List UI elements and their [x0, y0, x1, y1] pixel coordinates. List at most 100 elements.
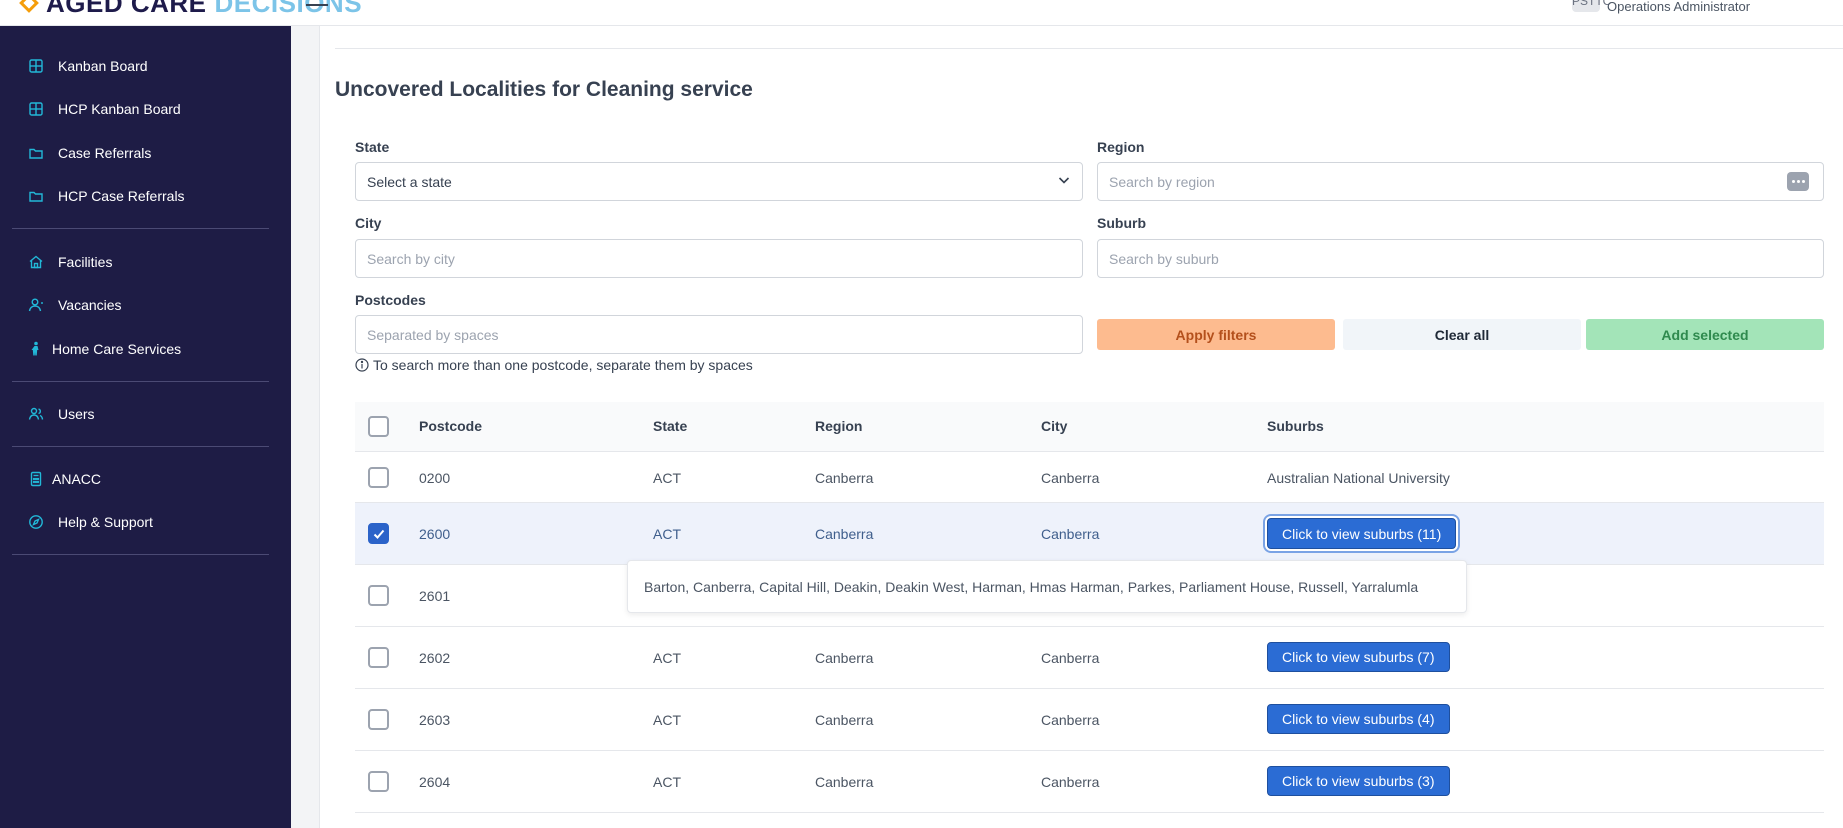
- table-row[interactable]: 0200 ACT Canberra Canberra Australian Na…: [355, 452, 1824, 503]
- column-header-state[interactable]: State: [653, 418, 687, 434]
- sidebar-item-case-referrals[interactable]: Case Referrals: [0, 135, 291, 171]
- user-icon: [28, 297, 44, 313]
- sidebar-divider: [12, 446, 269, 447]
- table-row[interactable]: 2602 ACT Canberra Canberra Click to view…: [355, 627, 1824, 689]
- select-all-checkbox[interactable]: [368, 416, 389, 437]
- suburb-label: Suburb: [1097, 215, 1146, 231]
- hint-text: To search more than one postcode, separa…: [373, 357, 753, 373]
- cell-postcode: 2604: [419, 774, 451, 790]
- sidebar-item-label: Home Care Services: [52, 341, 182, 357]
- sidebar-item-label: Facilities: [58, 254, 113, 270]
- view-suburbs-button[interactable]: Click to view suburbs (7): [1267, 642, 1450, 672]
- view-suburbs-button[interactable]: Click to view suburbs (3): [1267, 766, 1450, 796]
- state-label: State: [355, 139, 390, 155]
- cell-region: Canberra: [815, 470, 874, 486]
- view-suburbs-button[interactable]: Click to view suburbs (4): [1267, 704, 1450, 734]
- sidebar-divider: [12, 228, 269, 229]
- grid-icon: [28, 58, 44, 74]
- cell-region: Canberra: [815, 774, 874, 790]
- state-select-value: Select a state: [367, 173, 452, 190]
- sidebar-item-label: Vacancies: [58, 297, 122, 313]
- cell-suburbs: Australian National University: [1267, 470, 1450, 486]
- cell-state: ACT: [653, 470, 681, 486]
- logo-mark-icon: [19, 0, 39, 13]
- logo-text-secondary: DECISIONS: [214, 0, 363, 18]
- checkmark-icon: [373, 529, 385, 539]
- folder-icon: [28, 188, 44, 204]
- sidebar-divider: [12, 554, 269, 555]
- sidebar-item-home-care-services[interactable]: Home Care Services: [0, 331, 291, 367]
- cell-city: Canberra: [1041, 650, 1100, 666]
- add-selected-button[interactable]: Add selected: [1586, 319, 1824, 350]
- postcodes-label: Postcodes: [355, 292, 426, 308]
- info-icon: [355, 358, 369, 372]
- table-row[interactable]: 2604 ACT Canberra Canberra Click to view…: [355, 751, 1824, 813]
- cell-city: Canberra: [1041, 470, 1100, 486]
- cell-postcode: 2603: [419, 712, 451, 728]
- cell-city: Canberra: [1041, 526, 1100, 542]
- sidebar-item-users[interactable]: Users: [0, 396, 291, 432]
- city-search-input[interactable]: [355, 239, 1083, 278]
- cell-state: ACT: [653, 526, 681, 542]
- column-header-suburbs[interactable]: Suburbs: [1267, 418, 1324, 434]
- cell-postcode: 2602: [419, 650, 451, 666]
- page-title: Uncovered Localities for Cleaning servic…: [335, 78, 753, 101]
- users-icon: [28, 406, 44, 422]
- compass-icon: [28, 514, 44, 530]
- city-label: City: [355, 215, 382, 231]
- sidebar-divider: [12, 381, 269, 382]
- clear-all-button[interactable]: Clear all: [1343, 319, 1581, 350]
- sidebar-item-hcp-kanban-board[interactable]: HCP Kanban Board: [0, 91, 291, 127]
- sidebar-item-label: Case Referrals: [58, 145, 152, 161]
- calculator-icon: [28, 471, 44, 487]
- row-checkbox[interactable]: [368, 647, 389, 668]
- state-select[interactable]: Select a state: [355, 162, 1083, 201]
- sidebar-item-label: Help & Support: [58, 514, 153, 530]
- region-label: Region: [1097, 139, 1145, 155]
- hamburger-menu-icon[interactable]: [306, 0, 328, 10]
- view-suburbs-button[interactable]: Click to view suburbs (11): [1267, 518, 1457, 549]
- more-options-icon[interactable]: [1787, 172, 1809, 191]
- table-row[interactable]: 2600 ACT Canberra Canberra Click to view…: [355, 503, 1824, 565]
- cell-state: ACT: [653, 774, 681, 790]
- suburbs-popover-text: Barton, Canberra, Capital Hill, Deakin, …: [644, 578, 1419, 595]
- postcodes-hint: To search more than one postcode, separa…: [355, 357, 753, 373]
- sidebar-item-anacc[interactable]: ANACC: [0, 461, 291, 497]
- person-walking-icon: [28, 341, 44, 357]
- cell-city: Canberra: [1041, 774, 1100, 790]
- suburb-search-input[interactable]: [1097, 239, 1824, 278]
- sidebar-item-label: Users: [58, 406, 95, 422]
- sidebar-item-label: HCP Case Referrals: [58, 188, 185, 204]
- sidebar-item-label: HCP Kanban Board: [58, 101, 181, 117]
- sidebar-item-help-support[interactable]: Help & Support: [0, 504, 291, 540]
- cell-state: ACT: [653, 650, 681, 666]
- apply-filters-button[interactable]: Apply filters: [1097, 319, 1335, 350]
- user-role: Operations Administrator: [1607, 0, 1751, 14]
- avatar[interactable]: PSTTC: [1572, 0, 1611, 12]
- sidebar-item-kanban-board[interactable]: Kanban Board: [0, 48, 291, 84]
- row-checkbox[interactable]: [368, 771, 389, 792]
- chevron-down-icon: [1057, 173, 1071, 190]
- row-checkbox[interactable]: [368, 709, 389, 730]
- suburbs-popover: Barton, Canberra, Capital Hill, Deakin, …: [627, 560, 1467, 613]
- region-search-input[interactable]: [1097, 162, 1824, 201]
- row-checkbox[interactable]: [368, 523, 389, 544]
- content-divider: [335, 48, 1843, 49]
- cell-region: Canberra: [815, 650, 874, 666]
- column-header-city[interactable]: City: [1041, 418, 1067, 434]
- column-header-postcode[interactable]: Postcode: [419, 418, 482, 434]
- cell-region: Canberra: [815, 712, 874, 728]
- cell-state: ACT: [653, 712, 681, 728]
- row-checkbox[interactable]: [368, 585, 389, 606]
- sidebar-item-facilities[interactable]: Facilities: [0, 244, 291, 280]
- sidebar-item-hcp-case-referrals[interactable]: HCP Case Referrals: [0, 178, 291, 214]
- cell-postcode: 0200: [419, 470, 451, 486]
- folder-icon: [28, 145, 44, 161]
- column-header-region[interactable]: Region: [815, 418, 862, 434]
- postcodes-input[interactable]: [355, 315, 1083, 354]
- cell-region: Canberra: [815, 526, 874, 542]
- table-row[interactable]: 2603 ACT Canberra Canberra Click to view…: [355, 689, 1824, 751]
- sidebar-item-vacancies[interactable]: Vacancies: [0, 287, 291, 323]
- table-header: Postcode State Region City Suburbs: [355, 402, 1824, 452]
- row-checkbox[interactable]: [368, 467, 389, 488]
